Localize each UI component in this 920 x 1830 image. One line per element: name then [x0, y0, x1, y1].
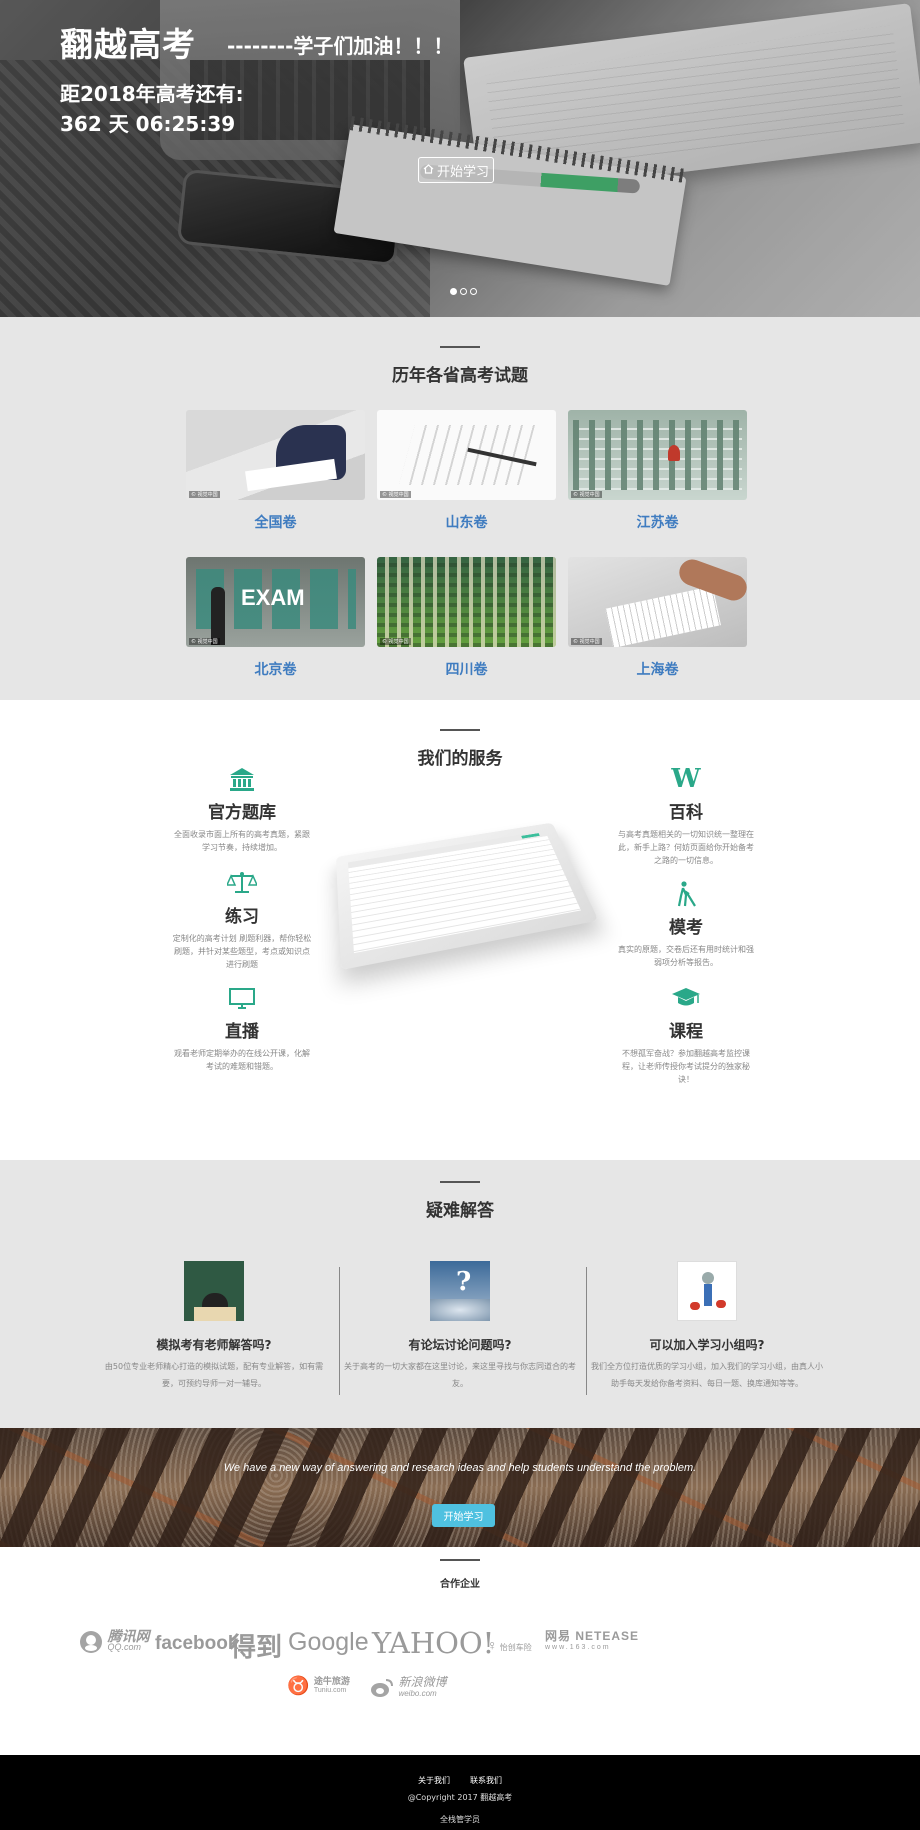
section-title: 合作企业 — [440, 1579, 480, 1590]
footer-about-link[interactable]: 关于我们 — [418, 1775, 450, 1786]
section-title: 我们的服务 — [417, 749, 503, 769]
service-encyclopedia: W 百科 与高考真题相关的一切知识统一整理在此，新手上路？何妨页面给你开始备考之… — [618, 764, 754, 865]
exam-card-shanghai[interactable]: © 视觉中国 上海卷 — [568, 557, 747, 679]
footer-admin-link[interactable]: 全栈管学员 — [0, 1814, 920, 1825]
exam-link[interactable]: 上海卷 — [568, 659, 747, 679]
section-divider — [440, 346, 480, 348]
call-to-action-banner: We have a new way of answering and resea… — [0, 1428, 920, 1547]
service-question-bank: 官方题库 全面收录市面上所有的高考真题，紧跟学习节奏，持续增加。 — [172, 766, 312, 854]
site-logo-title: 翻越高考 — [60, 25, 196, 64]
bank-icon — [172, 766, 312, 792]
graduation-cap-icon — [616, 985, 756, 1011]
exam-papers-section: 历年各省高考试题 © 视觉中国 全国卷 © 视觉中国 山东卷 © 视觉中国 江苏… — [0, 317, 920, 700]
service-courses: 课程 不想孤军奋战？参加翻越高考监控课程，让老师传授你考试提分的独家秘诀！ — [616, 985, 756, 1086]
exam-card-shandong[interactable]: © 视觉中国 山东卷 — [377, 410, 556, 532]
section-divider — [440, 1181, 480, 1183]
countdown-label: 距2018年高考还有: — [60, 82, 244, 106]
exam-card-jiangsu[interactable]: © 视觉中国 江苏卷 — [568, 410, 747, 532]
carousel-dot-3[interactable] — [470, 288, 477, 295]
faq-photo-question-mark: ? — [430, 1261, 490, 1321]
services-section: 我们的服务 官方题库 全面收录市面上所有的高考真题，紧跟学习节奏，持续增加。 练… — [0, 700, 920, 1160]
hero-start-button[interactable]: 开始学习 — [418, 157, 494, 183]
exam-photo[interactable]: © 视觉中国 — [377, 557, 556, 647]
qq-penguin-icon — [80, 1631, 102, 1653]
partner-logo-yahoo[interactable]: YAHOO! — [372, 1626, 494, 1660]
partner-logo-google[interactable]: Google — [288, 1628, 369, 1657]
exam-card-sichuan[interactable]: © 视觉中国 四川卷 — [377, 557, 556, 679]
blind-walker-icon — [616, 881, 756, 907]
countdown-timer: 362 天 06:25:39 — [60, 112, 236, 136]
exam-link[interactable]: 山东卷 — [377, 512, 556, 532]
footer-contact-link[interactable]: 联系我们 — [470, 1775, 502, 1786]
exam-link[interactable]: 北京卷 — [186, 659, 365, 679]
faq-photo-student — [184, 1261, 244, 1321]
section-title: 历年各省高考试题 — [392, 366, 528, 386]
exam-photo[interactable]: © 视觉中国 — [568, 557, 747, 647]
partner-logo-facebook[interactable]: facebook — [155, 1633, 238, 1655]
service-mock-exam: 模考 真实的原题，交卷后还有用时统计和强弱项分析等报告。 — [616, 881, 756, 969]
cta-start-button[interactable]: 开始学习 — [432, 1504, 495, 1527]
cta-tagline: We have a new way of answering and resea… — [223, 1462, 697, 1474]
wikipedia-icon: W — [671, 764, 701, 794]
huiyi-emblem-icon: ♀ — [487, 1637, 498, 1653]
footer-copyright: @Copyright 2017 翻越高考 — [407, 1793, 513, 1802]
tuniu-cow-icon: ♉ — [287, 1675, 310, 1696]
faq-item-forum: ? 有论坛讨论问题吗? 关于高考的一切大家都在这里讨论，来这里寻找与你志同道合的… — [337, 1261, 583, 1392]
home-icon — [423, 163, 434, 178]
section-divider — [440, 729, 480, 731]
partner-logo-dedao[interactable]: 得到 — [230, 1627, 282, 1664]
hero-slogan: --------学子们加油！！！ — [227, 34, 454, 58]
exam-link[interactable]: 四川卷 — [377, 659, 556, 679]
carousel-dot-2[interactable] — [460, 288, 467, 295]
service-live: 直播 观看老师定期举办的在线公开课，化解考试的难题和错题。 — [172, 985, 312, 1073]
exam-photo[interactable]: EXAM © 视觉中国 — [186, 557, 365, 647]
exam-link[interactable]: 江苏卷 — [568, 512, 747, 532]
faq-photo-group — [677, 1261, 737, 1321]
partner-logo-weibo[interactable]: 新浪微博 weibo.com — [370, 1676, 446, 1699]
service-practice: 练习 定制化的高考计划 刷题利器，帮你轻松刷题，并针对某些题型，考点或知识点进行… — [172, 870, 312, 971]
section-divider — [440, 1559, 480, 1561]
carousel-dot-1[interactable] — [450, 288, 457, 295]
partner-logo-tuniu[interactable]: ♉ 途牛旅游 Tuniu.com — [287, 1677, 350, 1695]
faq-item-teacher: 模拟考有老师解答吗? 由50位专业老师精心打造的模拟试题，配有专业解答，如有需要… — [91, 1261, 337, 1392]
exam-photo[interactable]: © 视觉中国 — [186, 410, 365, 500]
partners-section: 合作企业 腾讯网 QQ.com facebook 得到 Google YAHOO… — [0, 1547, 920, 1755]
desktop-icon — [172, 985, 312, 1011]
exam-photo[interactable]: © 视觉中国 — [377, 410, 556, 500]
hero-carousel: 翻越高考 --------学子们加油！！！ 距2018年高考还有: 362 天 … — [0, 0, 920, 317]
section-title: 疑难解答 — [426, 1201, 494, 1221]
weibo-eye-icon — [371, 1679, 393, 1697]
exam-link[interactable]: 全国卷 — [186, 512, 365, 532]
tablet-mockup-image — [335, 822, 599, 971]
partner-logo-netease[interactable]: 网易 NETEASE www.163.com — [545, 1630, 639, 1653]
carousel-indicators — [450, 288, 477, 295]
exam-card-national[interactable]: © 视觉中国 全国卷 — [186, 410, 365, 532]
balance-scale-icon — [172, 870, 312, 896]
exam-photo[interactable]: © 视觉中国 — [568, 410, 747, 500]
exam-card-beijing[interactable]: EXAM © 视觉中国 北京卷 — [186, 557, 365, 679]
faq-section: 疑难解答 模拟考有老师解答吗? 由50位专业老师精心打造的模拟试题，配有专业解答… — [0, 1160, 920, 1428]
faq-item-group: 可以加入学习小组吗? 我们全方位打造优质的学习小组，加入我们的学习小组，由真人小… — [584, 1261, 830, 1392]
site-footer: 关于我们 联系我们 @Copyright 2017 翻越高考 全栈管学员 — [0, 1755, 920, 1830]
hero-start-button-label: 开始学习 — [436, 164, 489, 180]
partner-logo-qq[interactable]: 腾讯网 QQ.com — [79, 1629, 149, 1654]
partner-logo-huiyi[interactable]: ♀ 怡创车险 — [487, 1637, 532, 1653]
